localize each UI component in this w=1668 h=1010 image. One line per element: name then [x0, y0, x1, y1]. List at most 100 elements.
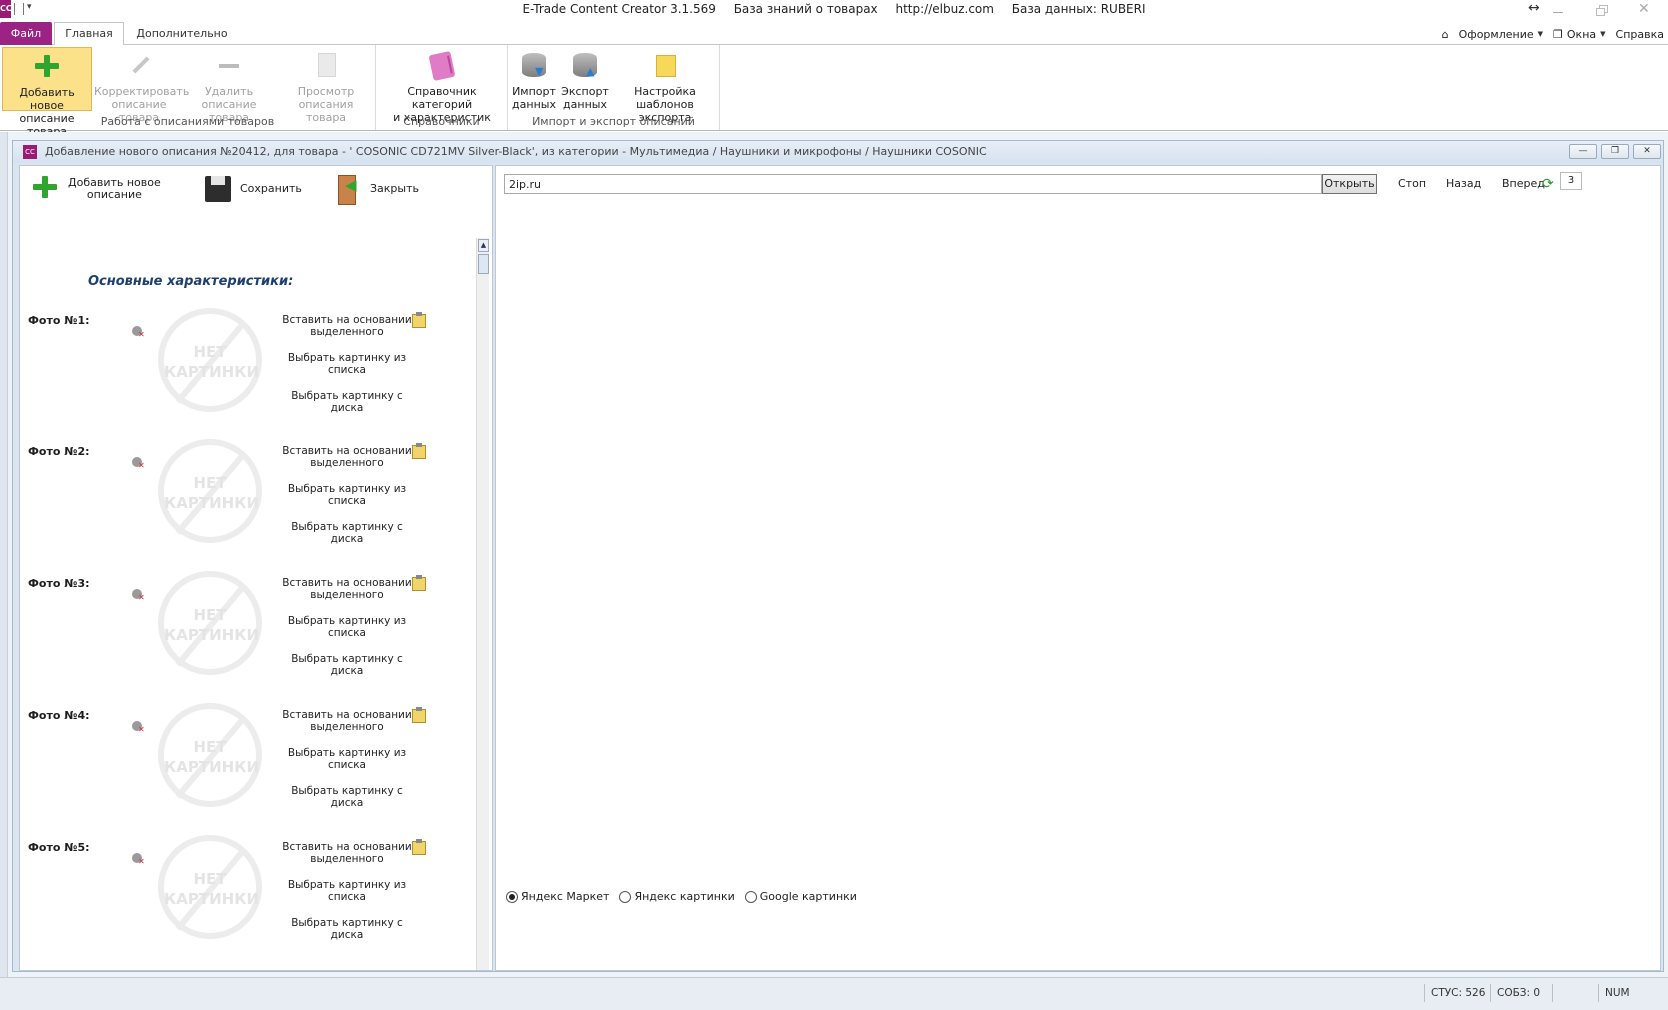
floppy-icon [202, 173, 234, 205]
tab-home[interactable]: Главная [54, 22, 124, 46]
choose-from-list-link[interactable]: Выбрать картинку из списка [282, 352, 412, 376]
mdi-area: CC Добавление нового описания №20412, дл… [0, 132, 1668, 977]
stop-button[interactable]: Стоп [1398, 174, 1426, 194]
refresh-icon[interactable]: ⟳ [1542, 177, 1554, 191]
from-list-label-2: списка [327, 627, 366, 639]
status-num: NUM [1598, 984, 1638, 1002]
no-image-placeholder: НЕТ КАРТИНКИ [158, 571, 262, 675]
from-disk-label-1: Выбрать картинку с [291, 785, 403, 797]
choose-from-disk-link[interactable]: Выбрать картинку с диска [282, 785, 412, 809]
child-close-button[interactable]: ✕ [1633, 144, 1661, 159]
clipboard-icon[interactable] [412, 443, 426, 459]
choose-from-disk-link[interactable]: Выбрать картинку с диска [282, 521, 412, 545]
child-restore-button[interactable]: ❐ [1601, 144, 1629, 159]
radio-yandex-market[interactable]: Яндекс Маркет [506, 890, 609, 903]
categories-reference-button[interactable]: Справочник категорий и характеристик [378, 47, 506, 124]
no-image-line-2: КАРТИНКИ [164, 626, 260, 644]
choose-from-disk-link[interactable]: Выбрать картинку с диска [282, 653, 412, 677]
window-close-button[interactable]: ✕ [1638, 1, 1650, 17]
choose-from-disk-link[interactable]: Выбрать картинку с диска [282, 390, 412, 414]
windows-icon: ❐ [1553, 27, 1563, 41]
photo-slot: Фото №4: НЕТ КАРТИНКИ Вставить на основан… [20, 703, 476, 841]
characteristics-scroll-area: Основные характеристики: Фото №1: НЕТ КАР… [20, 214, 476, 970]
paste-label-2: выделенного [310, 853, 384, 865]
counter-field[interactable]: 3 [1560, 172, 1582, 190]
from-list-label-1: Выбрать картинку из [287, 615, 407, 627]
close-button[interactable]: Закрыть [332, 172, 419, 206]
back-button[interactable]: Назад [1446, 174, 1481, 194]
url-input[interactable] [504, 174, 1322, 194]
plus-icon [30, 173, 62, 205]
clipboard-icon[interactable] [412, 839, 426, 855]
window-minimize-button[interactable] [1553, 4, 1565, 16]
add-new-description-button[interactable]: Добавить новое описание [30, 172, 161, 206]
export-data-label-2: данных [563, 98, 607, 111]
vertical-scrollbar[interactable]: ▲ [476, 238, 489, 970]
paste-from-selection-link[interactable]: Вставить на основании выделенного [282, 841, 412, 865]
ribbon-collapse-icon[interactable]: ⌂ [1442, 28, 1449, 41]
section-title: Основные характеристики: [88, 274, 294, 289]
paste-from-selection-link[interactable]: Вставить на основании выделенного [282, 445, 412, 469]
radio-button-selected[interactable] [506, 890, 518, 903]
radio-google-images[interactable]: Google картинки [744, 890, 857, 903]
import-data-button[interactable]: Импорт данных [510, 47, 558, 111]
forward-button[interactable]: Вперед [1502, 174, 1545, 194]
paste-from-selection-link[interactable]: Вставить на основании выделенного [282, 577, 412, 601]
ribbon-group-label: Справочники [403, 115, 480, 128]
paste-label-2: выделенного [310, 721, 384, 733]
tab-file[interactable]: Файл [0, 22, 52, 45]
delete-photo-icon[interactable] [132, 721, 146, 735]
paste-from-selection-link[interactable]: Вставить на основании выделенного [282, 709, 412, 733]
child-minimize-button[interactable]: — [1569, 144, 1597, 159]
window-restore-button[interactable] [1596, 4, 1608, 16]
scrollbar-thumb[interactable] [478, 254, 489, 274]
photo-slot: Фото №2: НЕТ КАРТИНКИ Вставить на основан… [20, 439, 476, 577]
design-menu[interactable]: Оформление ▼ [1459, 28, 1543, 41]
plus-icon [32, 52, 62, 82]
description-window-title: Добавление нового описания №20412, для т… [45, 145, 987, 158]
paste-label-2: выделенного [310, 589, 384, 601]
no-image-line-2: КАРТИНКИ [164, 758, 260, 776]
database-export-icon [570, 51, 600, 81]
paste-from-selection-link[interactable]: Вставить на основании выделенного [282, 314, 412, 338]
clipboard-icon[interactable] [412, 575, 426, 591]
from-disk-label-2: диска [330, 665, 364, 677]
no-image-line-1: НЕТ [193, 474, 227, 492]
from-disk-label-2: диска [330, 533, 364, 545]
save-button[interactable]: Сохранить [202, 172, 302, 206]
delete-description-button[interactable]: Удалить описание товара [184, 47, 274, 124]
edit-description-button[interactable]: Корректировать описание товара [94, 47, 189, 124]
delete-photo-icon[interactable] [132, 589, 146, 603]
door-exit-icon [332, 173, 364, 205]
help-menu[interactable]: Справка [1616, 28, 1664, 41]
add-description-button[interactable]: Добавить новое описание товара [2, 47, 92, 138]
photo-slot: Фото №1: НЕТ КАРТИНКИ Вставить на основан… [20, 308, 476, 446]
delete-photo-icon[interactable] [132, 853, 146, 867]
windows-menu[interactable]: ❐ Окна ▼ [1553, 28, 1606, 41]
delete-photo-icon[interactable] [132, 326, 146, 340]
radio-button[interactable] [744, 890, 757, 903]
radio-yandex-images[interactable]: Яндекс картинки [619, 890, 735, 903]
choose-from-list-link[interactable]: Выбрать картинку из списка [282, 747, 412, 771]
no-image-placeholder: НЕТ КАРТИНКИ [158, 308, 262, 412]
resize-arrows-icon[interactable]: ↔ [1528, 0, 1540, 16]
radio-button[interactable] [619, 890, 632, 903]
windows-menu-label: Окна [1566, 27, 1597, 41]
scroll-up-icon[interactable]: ▲ [478, 239, 489, 252]
choose-from-list-link[interactable]: Выбрать картинку из списка [282, 615, 412, 639]
clipboard-icon[interactable] [412, 707, 426, 723]
status-stus: СТУС: 526 [1424, 984, 1490, 1002]
add-new-description-text: Добавить новое описание [68, 177, 161, 201]
export-templates-button[interactable]: Настройка шаблонов экспорта [612, 47, 718, 124]
delete-photo-icon[interactable] [132, 457, 146, 471]
open-url-button[interactable]: Открыть [1322, 174, 1377, 194]
choose-from-list-link[interactable]: Выбрать картинку из списка [282, 483, 412, 507]
side-panel-handle[interactable] [0, 132, 8, 977]
view-description-button[interactable]: Просмотр описания товара [280, 47, 372, 124]
no-image-text: НЕТ КАРТИНКИ [164, 869, 259, 909]
choose-from-list-link[interactable]: Выбрать картинку из списка [282, 879, 412, 903]
tab-additional[interactable]: Дополнительно [132, 22, 232, 45]
clipboard-icon[interactable] [412, 312, 426, 328]
export-data-button[interactable]: Экспорт данных [560, 47, 610, 111]
choose-from-disk-link[interactable]: Выбрать картинку с диска [282, 917, 412, 941]
